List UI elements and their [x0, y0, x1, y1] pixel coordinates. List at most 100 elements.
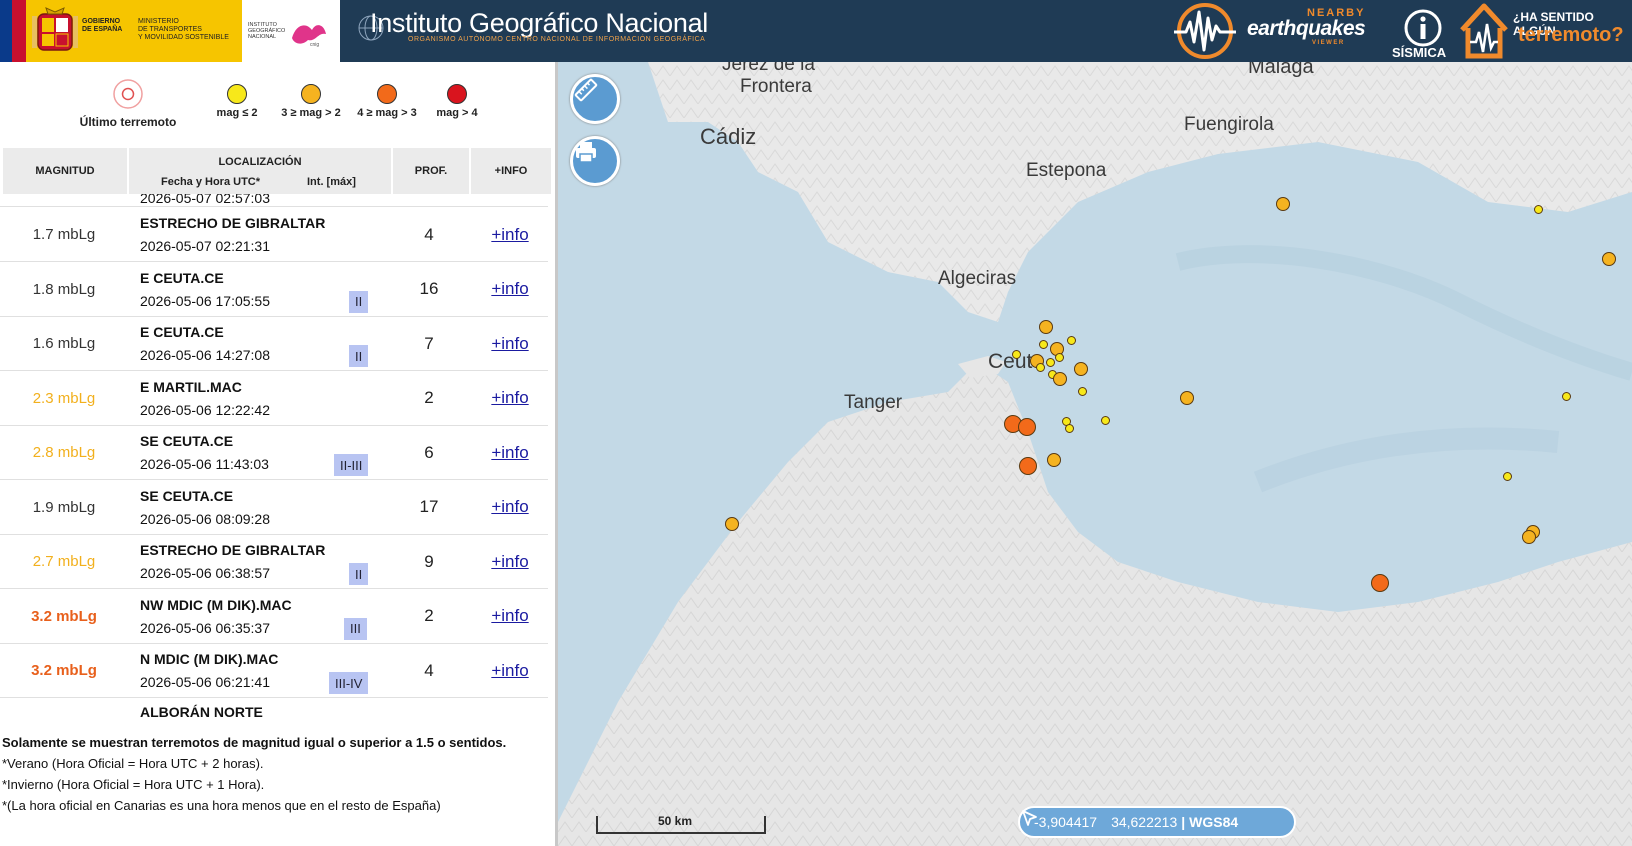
ign-small-line-3: NACIONAL — [248, 34, 277, 40]
place-fuengirola: Fuengirola — [1184, 114, 1274, 135]
row-intensity-badge: II — [349, 345, 369, 367]
table-row[interactable]: 3.2 mbLg NW MDIC (M DIK).MAC 2026-05-06 06… — [0, 589, 548, 644]
map-view[interactable]: Jerez de la Frontera Málaga Cádiz Fuengi… — [558, 62, 1632, 846]
quake-marker[interactable] — [1039, 320, 1053, 334]
measure-button[interactable] — [570, 74, 620, 124]
row-depth: 4 — [424, 660, 434, 680]
table-row[interactable]: 1.6 mbLg E CEUTA.CE 2026-05-06 14:27:08 II 7… — [0, 316, 548, 371]
row-depth: 2 — [424, 388, 434, 407]
table-row[interactable]: 2.3 mbLg E MARTIL.MAC 2026-05-06 12:22:42 2… — [0, 371, 548, 426]
row-datetime: 2026-05-06 14:27:08 — [140, 347, 270, 363]
quake-marker[interactable] — [1036, 363, 1045, 372]
quake-marker[interactable] — [1012, 350, 1021, 359]
quake-marker[interactable] — [1180, 391, 1194, 405]
place-algeciras: Algeciras — [938, 268, 1017, 289]
print-button[interactable] — [570, 136, 620, 186]
table-row[interactable]: 1.8 mbLg E CEUTA.CE 2026-05-06 17:05:55 II 1… — [0, 262, 548, 317]
ign-small-label: INSTITUTO GEOGRÁFICO NACIONAL — [248, 22, 285, 40]
row-info-link[interactable]: +info — [470, 371, 550, 426]
row-datetime: 2026-05-06 17:05:55 — [140, 292, 270, 309]
row-info-link[interactable]: +info — [470, 207, 550, 262]
felt-question-terremoto[interactable]: terremoto? — [1518, 24, 1624, 47]
row-magnitude: 2.8 mbLg — [32, 444, 96, 461]
table-row[interactable]: 1.9 mbLg SE CEUTA.CE 2026-05-06 08:09:28 17… — [0, 480, 548, 535]
row-info-link[interactable]: +info — [470, 589, 550, 644]
row-info-link[interactable]: +info — [470, 643, 550, 698]
quake-marker[interactable] — [1522, 530, 1536, 544]
earthquakes-label[interactable]: earthquakes — [1247, 17, 1366, 41]
nearby-earthquakes-logo-icon[interactable] — [1172, 2, 1238, 60]
row-info-link[interactable]: +info — [470, 316, 550, 371]
note-winter-time: *Invierno (Hora Oficial = Hora UTC + 1 H… — [2, 777, 265, 792]
quake-marker[interactable] — [1503, 472, 1512, 481]
gov-line-2: DE ESPAÑA — [82, 26, 123, 33]
place-jerez-2: Frontera — [740, 76, 812, 97]
row-location: N MDIC (M DIK).MAC — [140, 651, 279, 667]
coord-separator: | — [1181, 814, 1186, 830]
quake-marker[interactable] — [1018, 418, 1036, 436]
note-minimum-magnitude: Solamente se muestran terremotos de magn… — [2, 735, 507, 750]
quake-marker[interactable] — [1055, 353, 1064, 362]
col-magnitud[interactable]: MAGNITUD — [3, 148, 127, 194]
government-logo[interactable]: GOBIERNO DE ESPAÑA MINISTERIO DE TRANSPO… — [0, 0, 340, 62]
quake-marker[interactable] — [1047, 453, 1061, 467]
quake-marker[interactable] — [1046, 358, 1055, 367]
col-localizacion[interactable]: LOCALIZACIÓN Fecha y Hora UTC* Int. [máx… — [129, 148, 391, 194]
table-row[interactable]: 2.7 mbLg ESTRECHO DE GIBRALTAR 2026-05-06 … — [0, 534, 548, 589]
legend-mag-gt4: mag > 4 — [424, 84, 490, 119]
table-header: MAGNITUD LOCALIZACIÓN Fecha y Hora UTC* … — [3, 148, 551, 194]
sismica-label[interactable]: SÍSMICA — [1392, 45, 1446, 60]
quake-marker[interactable] — [1534, 205, 1543, 214]
printer-icon — [576, 142, 596, 163]
quake-marker[interactable] — [1562, 392, 1571, 401]
quake-marker[interactable] — [1078, 387, 1087, 396]
quake-marker[interactable] — [1602, 252, 1616, 266]
row-info-link[interactable]: +info — [470, 534, 550, 589]
row-magnitude: 1.8 mbLg — [32, 280, 96, 298]
quake-marker[interactable] — [1053, 372, 1067, 386]
info-icon[interactable] — [1403, 8, 1443, 48]
quake-marker[interactable] — [1067, 336, 1076, 345]
table-row[interactable]: 1.7 mbLg ESTRECHO DE GIBRALTAR 2026-05-07 … — [0, 207, 548, 262]
footnotes: Solamente se muestran terremotos de magn… — [2, 732, 552, 816]
earthquake-table-body[interactable]: 2026-05-07 02:57:03 1.7 mbLg ESTRECHO DE … — [0, 194, 555, 726]
quake-marker[interactable] — [1371, 574, 1389, 592]
quake-marker[interactable] — [1074, 362, 1088, 376]
table-row[interactable]: 3.2 mbLg N MDIC (M DIK).MAC 2026-05-06 06:… — [0, 643, 548, 698]
gov-line-1: GOBIERNO — [82, 18, 121, 25]
row-info-link[interactable]: +info — [470, 480, 550, 535]
table-row[interactable]: 2.8 mbLg SE CEUTA.CE 2026-05-06 11:43:03 II… — [0, 425, 548, 480]
red-dot-icon — [447, 84, 467, 104]
row-magnitude: 1.7 mbLg — [32, 226, 96, 243]
row-intensity-badge: II-III — [334, 454, 369, 476]
col-prof[interactable]: PROF. — [393, 148, 469, 194]
quake-marker[interactable] — [1276, 197, 1290, 211]
row-datetime: 2026-05-06 06:21:41 — [140, 674, 270, 690]
orange-dot-icon — [377, 84, 397, 104]
ministry-line-3: Y MOVILIDAD SOSTENIBLE — [138, 34, 229, 41]
row-info-link[interactable]: +info — [470, 425, 550, 480]
spain-flag-red-stripe — [12, 0, 26, 62]
row-datetime: 2026-05-06 12:22:42 — [140, 401, 270, 418]
note-summer-time: *Verano (Hora Oficial = Hora UTC + 2 hor… — [2, 756, 264, 771]
house-seismic-icon[interactable] — [1456, 2, 1512, 60]
cursor-arrow-icon — [1022, 810, 1037, 826]
quake-marker[interactable] — [1019, 457, 1037, 475]
quake-marker[interactable] — [1101, 416, 1110, 425]
quake-marker[interactable] — [725, 517, 739, 531]
quake-marker[interactable] — [1039, 340, 1048, 349]
row-datetime: 2026-05-06 06:38:57 — [140, 565, 270, 581]
ign-title[interactable]: Instituto Geográfico Nacional — [370, 8, 708, 39]
row-info-link[interactable]: +info — [470, 262, 550, 317]
place-malaga: Málaga — [1248, 62, 1314, 78]
legend-mag-3-4: 4 ≥ mag > 3 — [348, 84, 426, 119]
legend-mag-3-4-label: 4 ≥ mag > 3 — [357, 107, 417, 119]
place-jerez-1: Jerez de la — [722, 62, 815, 75]
quake-marker[interactable] — [1065, 424, 1074, 433]
cursor-coordinates: -3,904417 34,622213 | WGS84 — [1018, 806, 1296, 838]
table-row-partial-top[interactable]: 2026-05-07 02:57:03 — [0, 194, 548, 207]
row-depth: 4 — [424, 224, 434, 244]
coat-of-arms-icon — [32, 7, 78, 51]
table-row-partial-bottom[interactable]: ALBORÁN NORTE — [0, 694, 548, 726]
row-datetime: 2026-05-06 06:35:37 — [140, 619, 270, 636]
